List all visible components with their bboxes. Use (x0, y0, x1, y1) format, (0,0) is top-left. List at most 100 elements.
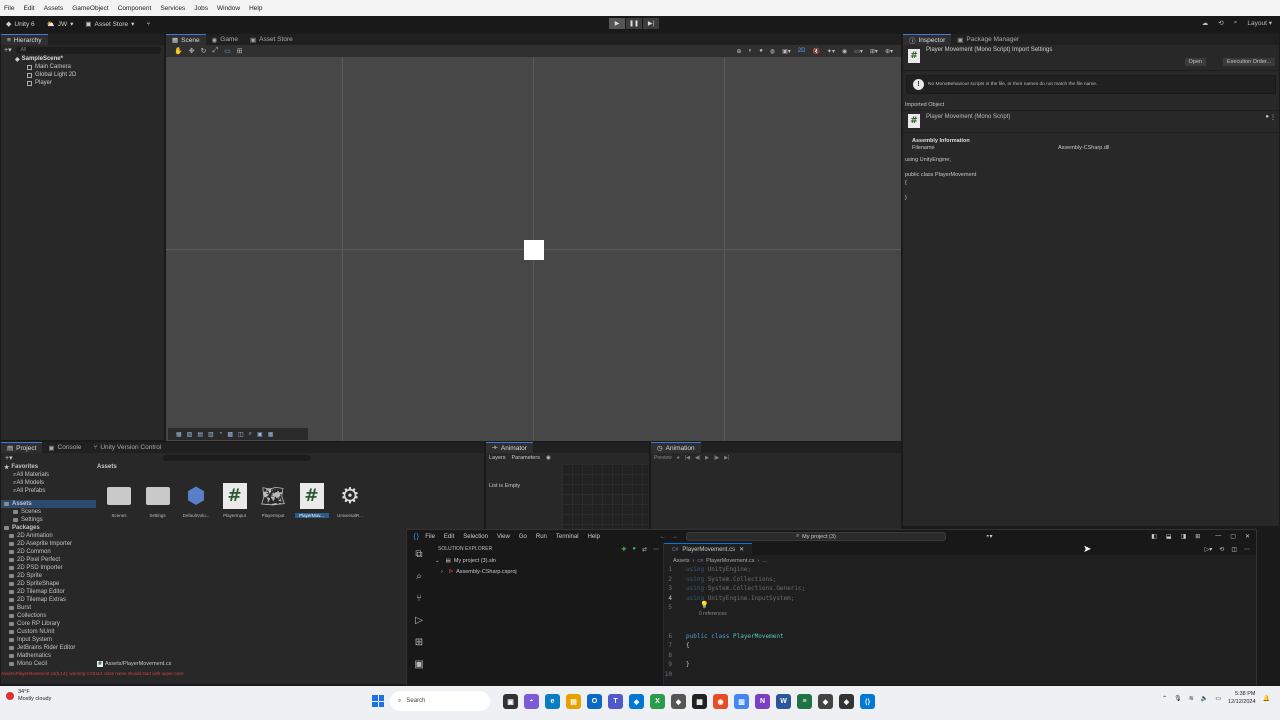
lightbulb-icon[interactable]: 💡 (700, 601, 709, 609)
history-icon[interactable]: ⟲ (1218, 19, 1223, 27)
add-icon[interactable]: +▾ (5, 454, 13, 462)
code-line[interactable]: 3 using System.Collections.Generic; (664, 585, 1256, 595)
tab-scene[interactable]: ▦ Scene (166, 34, 206, 45)
chevron-up-icon[interactable]: ⌃ (1162, 695, 1167, 702)
minimize-icon[interactable]: — (1215, 533, 1221, 540)
favorite-item[interactable]: ⌕ All Models (1, 479, 96, 487)
rotate-tool-icon[interactable]: ↻ (201, 47, 207, 55)
more-icon[interactable]: ⋮ (1270, 114, 1276, 121)
hierarchy-item[interactable]: Player (1, 79, 164, 87)
code-line[interactable]: 1 using UnityEngine; (664, 566, 1256, 576)
folder-item[interactable]: Burst (1, 604, 96, 612)
select-icon[interactable]: ▧ (187, 431, 193, 438)
menu-item[interactable]: Help (249, 5, 262, 12)
tree-sln[interactable]: ⌄ ▤ My project (3).sln (429, 555, 663, 566)
hierarchy-item[interactable]: Global Light 2D (1, 71, 164, 79)
play-icon[interactable]: ▶ (705, 455, 709, 461)
tab-hierarchy[interactable]: ≡ Hierarchy (1, 34, 48, 45)
grid-snap-icon[interactable]: ⊞▾ (870, 48, 878, 55)
asset-item[interactable]: ⬢ DefaultVolu... (179, 483, 213, 518)
eraser-icon[interactable]: ▩ (227, 431, 233, 438)
remote-icon[interactable]: ▣ (407, 653, 431, 675)
asset-item[interactable]: ⚙ UniversalR... (333, 483, 367, 518)
timeline-icon[interactable]: ⟲ (1219, 546, 1224, 553)
menu-item[interactable]: File (4, 5, 14, 12)
vscode-menu-item[interactable]: Selection (463, 534, 488, 540)
breadcrumb-file[interactable]: PlayerMovement.cs (706, 558, 754, 564)
console-error-bar[interactable]: Assets\PlayerMovement.cs(6,14): warning … (1, 671, 441, 678)
app-icon[interactable]: ▦ (692, 694, 707, 709)
wifi-icon[interactable]: ≋ (1189, 695, 1194, 702)
menu-item[interactable]: Services (160, 5, 185, 12)
globe-icon[interactable]: ◍ (770, 48, 775, 55)
execution-order-button[interactable]: Execution Order... (1222, 58, 1275, 66)
assets-header[interactable]: Assets (1, 500, 96, 508)
fill-icon[interactable]: ◫ (238, 431, 244, 438)
menu-item[interactable]: Jobs (194, 5, 208, 12)
copilot-icon[interactable]: ◓▾ (986, 533, 993, 540)
asset-item[interactable]: Scenes (102, 483, 136, 518)
code-line[interactable]: 2 using System.Collections; (664, 576, 1256, 586)
favorite-item[interactable]: ⌕ All Prefabs (1, 487, 96, 495)
more-icon[interactable]: ⋯ (1244, 546, 1250, 553)
folder-item[interactable]: 2D Tilemap Extras (1, 596, 96, 604)
folder-item[interactable]: Input System (1, 636, 96, 644)
vscode-menu-item[interactable]: Run (536, 534, 547, 540)
tab-playermovement[interactable]: C# PlayerMovement.cs ✕ (664, 543, 753, 555)
folder-item[interactable]: 2D Common (1, 548, 96, 556)
gizmo-icon[interactable]: ⊕ (737, 48, 742, 55)
toggle-panel-icon[interactable]: ⬓ (1166, 533, 1172, 540)
move-tool-icon[interactable]: ✥ (189, 47, 195, 55)
task-view-icon[interactable]: ▣ (503, 694, 518, 709)
render-mode-icon[interactable]: ▣▾ (782, 48, 791, 55)
code-line[interactable]: 5 (664, 604, 1256, 614)
toggle-sidebar-icon[interactable]: ◧ (1151, 533, 1157, 540)
zoom-icon[interactable]: ⌕ (249, 431, 252, 438)
animator-graph[interactable] (562, 464, 648, 530)
favorite-item[interactable]: ⌕ All Materials (1, 471, 96, 479)
breadcrumb-root[interactable]: Assets (673, 558, 690, 564)
extensions-icon[interactable]: ⊞ (407, 631, 431, 653)
forward-icon[interactable]: → (672, 534, 678, 540)
tab-package-manager[interactable]: ▣ Package Manager (951, 34, 1025, 45)
photos-icon[interactable]: ◈ (629, 694, 644, 709)
packages-header[interactable]: Packages (1, 524, 96, 532)
customize-layout-icon[interactable]: ⊞ (1195, 533, 1200, 540)
folder-item[interactable]: Mono Cecil (1, 660, 96, 666)
tilemap-paint-icon[interactable]: ▦ (176, 431, 182, 438)
account-dropdown[interactable]: ⛅ JW ▾ (41, 20, 80, 29)
asset-store-dropdown[interactable]: ▣ Asset Store ▾ (79, 20, 140, 29)
folder-item[interactable]: Scenes (1, 508, 96, 516)
folder-item[interactable]: 2D PSD Importer (1, 564, 96, 572)
menu-item[interactable]: Component (118, 5, 152, 12)
tab-asset-store[interactable]: ▣ Asset Store (244, 34, 299, 45)
favorites-header[interactable]: ★ Favorites (1, 463, 96, 471)
build-icon[interactable]: ● (632, 546, 636, 553)
tree-csproj[interactable]: › ᐉ Assembly-CSharp.csproj (429, 566, 663, 577)
menu-item[interactable]: Window (217, 5, 240, 12)
camera-icon[interactable]: ▭▾ (854, 48, 863, 55)
folder-item[interactable]: 2D Pixel Perfect (1, 556, 96, 564)
visibility-icon[interactable]: ◉ (842, 48, 847, 55)
effects-icon[interactable]: ✦▾ (827, 48, 835, 55)
run-debug-icon[interactable]: ▷ (407, 609, 431, 631)
folder-item[interactable]: Collections (1, 612, 96, 620)
transform-tool-icon[interactable]: ⊞ (237, 47, 243, 55)
gizmos-dropdown-icon[interactable]: ⊕▾ (885, 48, 893, 55)
parameters-tab[interactable]: Parameters (512, 455, 540, 461)
search-icon[interactable]: ⌕ (407, 565, 431, 587)
unity-editor-icon[interactable]: ◈ (839, 694, 854, 709)
pause-button[interactable]: ❚❚ (626, 18, 642, 29)
vscode-menu-item[interactable]: Terminal (556, 534, 579, 540)
battery-icon[interactable]: ▭ (1215, 695, 1221, 702)
chrome-icon[interactable]: ◉ (713, 694, 728, 709)
breadcrumb-more[interactable]: ... (762, 558, 767, 564)
tab-game[interactable]: ◉ Game (206, 34, 244, 45)
tab-animation[interactable]: ◷ Animation (651, 442, 701, 453)
open-button[interactable]: Open (1184, 58, 1206, 66)
layers-icon[interactable]: ▣ (257, 431, 263, 438)
mic-icon[interactable]: 🎙 (1174, 695, 1182, 702)
weather-widget[interactable]: 34°F Mostly cloudy (6, 689, 51, 703)
teams-icon[interactable]: T (608, 694, 623, 709)
tab-animator[interactable]: ⟛ Animator (486, 442, 533, 453)
